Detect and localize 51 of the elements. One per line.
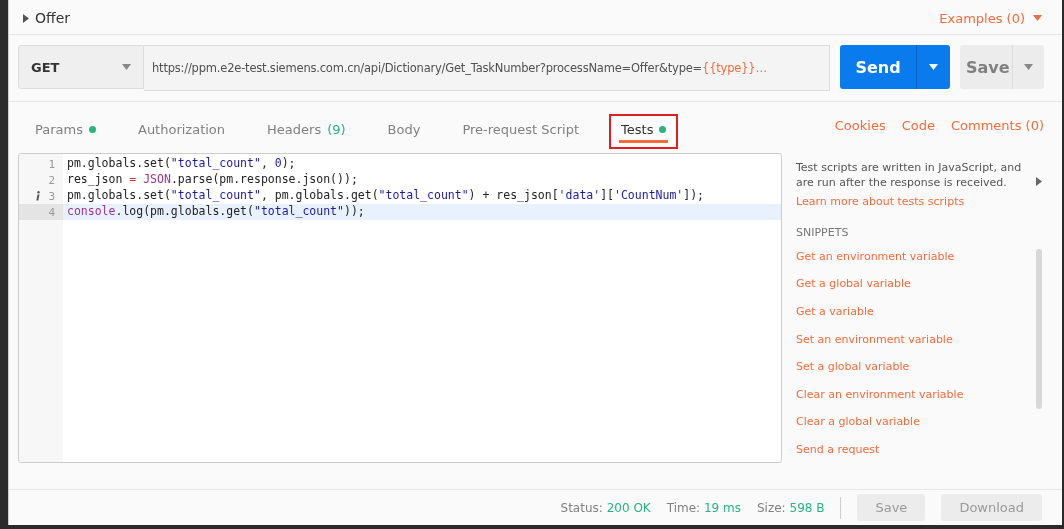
link[interactable]: Code bbox=[901, 118, 935, 149]
code-line: pm.globals.set("total_count", pm.globals.get("total_count") + res_json['data']['CountNum']); bbox=[66, 188, 706, 204]
caret-icon bbox=[122, 64, 131, 70]
collapse-triangle-icon[interactable] bbox=[1036, 177, 1042, 186]
line-number: 3 bbox=[19, 188, 63, 204]
snippet-link[interactable]: Set an environment variable bbox=[796, 325, 1048, 353]
snippet-link[interactable]: Get an environment variable bbox=[796, 242, 1048, 271]
line-number: 2 bbox=[47, 172, 56, 188]
request-tab[interactable]: Tests bbox=[609, 114, 679, 149]
time-text: Time: 19 ms bbox=[666, 500, 741, 515]
status-text: Status: 200 OK bbox=[560, 500, 651, 515]
caret-icon bbox=[929, 64, 938, 70]
code-line: pm.globals.set("total_count", 0); bbox=[66, 156, 297, 172]
request-tab[interactable]: Pre-request Script bbox=[450, 114, 592, 149]
caret-icon bbox=[1033, 15, 1042, 21]
request-name: Offer bbox=[35, 10, 71, 26]
snippet-link[interactable]: Clear a global variable bbox=[796, 407, 1048, 436]
status-dot bbox=[89, 126, 96, 133]
method-dropdown[interactable]: GET bbox=[18, 45, 144, 89]
link[interactable]: Cookies bbox=[834, 118, 886, 149]
download-button[interactable]: Download bbox=[941, 494, 1042, 521]
request-tab[interactable]: Params bbox=[23, 114, 108, 149]
snippet-link[interactable]: Set a global variable bbox=[796, 352, 1048, 381]
snippet-link[interactable]: Send a request bbox=[796, 435, 1048, 463]
status-dot bbox=[659, 126, 667, 133]
caret-icon bbox=[1024, 64, 1033, 70]
url-field[interactable]: https://ppm.e2e-test.siemens.com.cn/api/Dictionary/Get_TaskNumber?processName=Offer&type={{type}}… bbox=[144, 45, 830, 91]
info-icon bbox=[36, 191, 41, 201]
snippet-link[interactable]: Clear an environment variable bbox=[796, 380, 1048, 408]
size-text: Size: 598 B bbox=[757, 500, 825, 515]
request-tab[interactable]: Authorization bbox=[126, 114, 238, 149]
scrollbar[interactable] bbox=[1036, 249, 1042, 409]
snippet-link[interactable]: Get a global variable bbox=[796, 270, 1048, 298]
link[interactable]: Comments (0) bbox=[951, 118, 1044, 149]
code-line: res_json = JSON.parse(pm.response.json()); bbox=[66, 172, 359, 188]
save-response-button[interactable]: Save bbox=[857, 494, 926, 521]
save-button[interactable]: Save bbox=[960, 45, 1012, 89]
send-options-button[interactable] bbox=[916, 45, 950, 89]
request-tab[interactable]: Body bbox=[375, 114, 433, 149]
tests-description: Test scripts are written in JavaScript, and are run after the response is received. bbox=[796, 161, 1023, 191]
learn-more-link[interactable]: Learn more about tests scripts bbox=[796, 194, 1048, 208]
send-button[interactable]: Send bbox=[840, 45, 916, 89]
request-tab[interactable]: Headers (9) bbox=[255, 114, 358, 149]
line-number: 1 bbox=[47, 156, 56, 172]
save-options-button[interactable] bbox=[1012, 45, 1044, 89]
code-editor[interactable] bbox=[18, 153, 782, 463]
line-number: 4 bbox=[19, 204, 63, 220]
snippet-link[interactable]: Get a variable bbox=[796, 297, 1048, 326]
examples-dropdown[interactable]: Examples (0) bbox=[939, 10, 1042, 26]
expand-triangle-icon[interactable] bbox=[23, 13, 29, 23]
snippets-heading: SNIPPETS bbox=[796, 225, 850, 239]
